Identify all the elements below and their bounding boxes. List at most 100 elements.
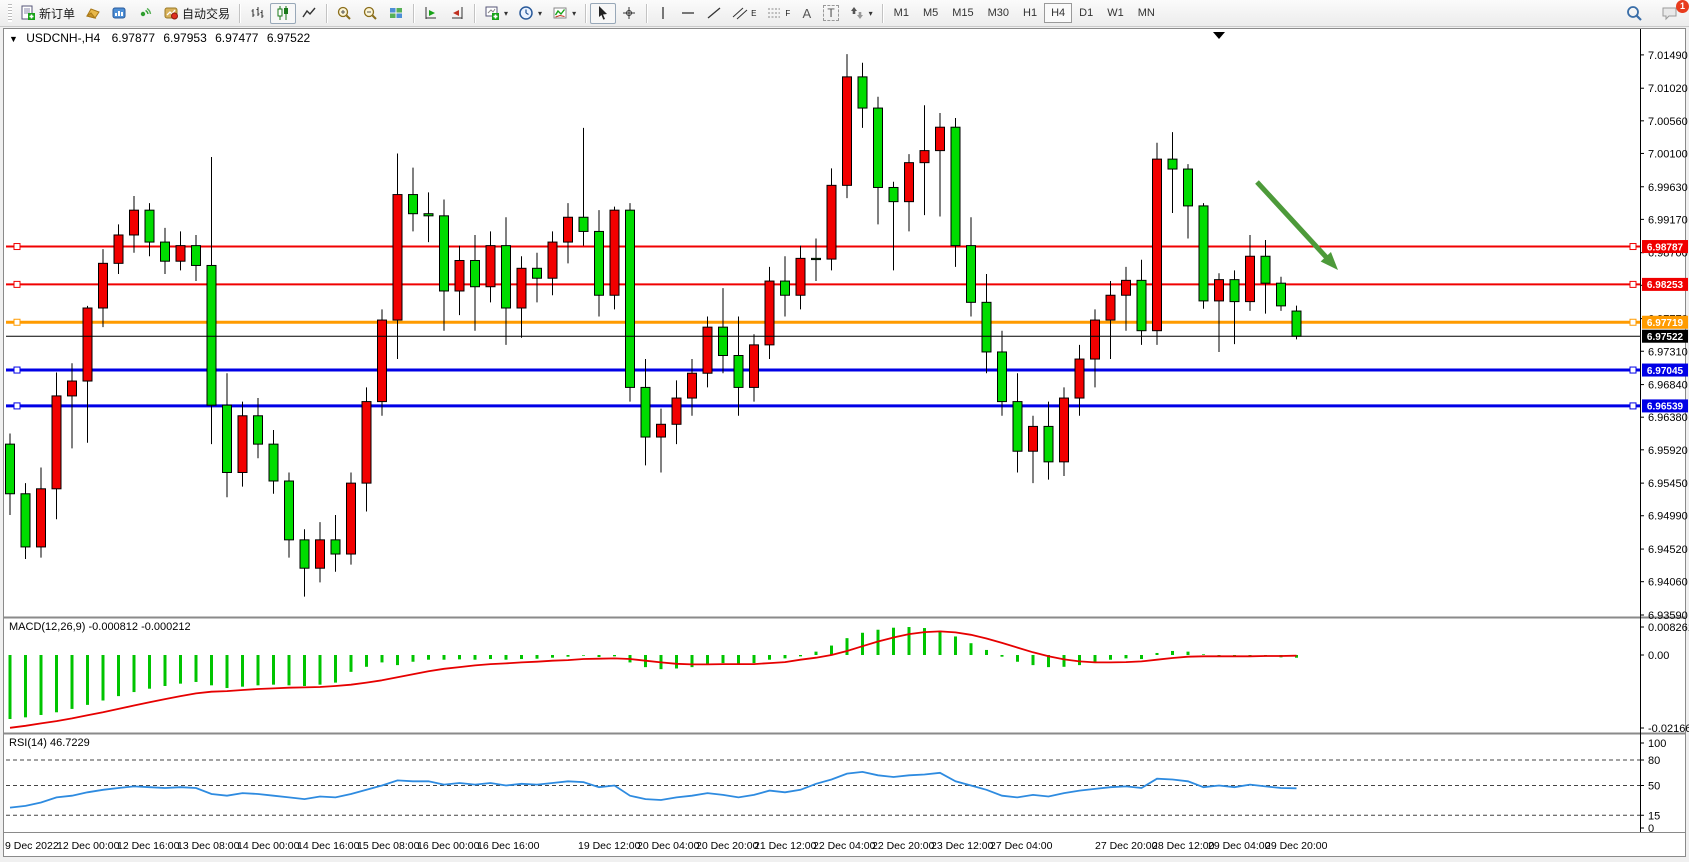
candle-body[interactable] — [52, 396, 61, 489]
candle-body[interactable] — [858, 77, 867, 108]
candle-body[interactable] — [920, 151, 929, 163]
candle-body[interactable] — [455, 260, 464, 290]
candle-body[interactable] — [595, 231, 604, 295]
candle-body[interactable] — [796, 258, 805, 295]
fibonacci-tool-button[interactable]: F — [761, 3, 795, 24]
candle-body[interactable] — [641, 387, 650, 437]
tf-w1[interactable]: W1 — [1100, 3, 1131, 23]
vertical-line-tool-button[interactable] — [651, 3, 675, 24]
candle-body[interactable] — [548, 242, 557, 278]
candle-body[interactable] — [1122, 280, 1131, 295]
candle-body[interactable] — [114, 235, 123, 263]
tf-m30[interactable]: M30 — [981, 3, 1016, 23]
search-button[interactable] — [1620, 3, 1648, 24]
candle-body[interactable] — [393, 195, 402, 320]
line-anchor-marker[interactable] — [14, 319, 20, 325]
candle-body[interactable] — [37, 489, 46, 547]
candle-body[interactable] — [905, 163, 914, 202]
line-anchor-marker[interactable] — [1630, 319, 1636, 325]
tf-h4[interactable]: H4 — [1044, 3, 1072, 23]
new-chart-button[interactable]: ▾ — [479, 3, 513, 24]
tf-mn[interactable]: MN — [1131, 3, 1162, 23]
candle-body[interactable] — [1029, 426, 1038, 451]
charts-window-button[interactable] — [106, 3, 132, 24]
candle-body[interactable] — [564, 217, 573, 242]
candle-body[interactable] — [130, 210, 139, 235]
autoscroll-button[interactable] — [418, 3, 444, 24]
candle-body[interactable] — [254, 416, 263, 444]
candle-body[interactable] — [1137, 280, 1146, 330]
candle-body[interactable] — [409, 195, 418, 214]
candle-body[interactable] — [285, 481, 294, 540]
candle-body[interactable] — [440, 216, 449, 291]
candle-body[interactable] — [300, 540, 309, 568]
text-label-tool-button[interactable]: T — [818, 3, 843, 24]
candle-body[interactable] — [517, 268, 526, 308]
candle-body[interactable] — [1230, 280, 1239, 302]
tile-windows-button[interactable] — [383, 3, 409, 24]
toolbar-grip[interactable] — [8, 4, 12, 22]
candle-body[interactable] — [424, 214, 433, 216]
new-order-button[interactable]: 新订单 — [15, 3, 80, 24]
candle-body[interactable] — [1075, 359, 1084, 398]
candle-body[interactable] — [83, 308, 92, 381]
candle-body[interactable] — [1153, 159, 1162, 331]
candle-body[interactable] — [657, 424, 666, 437]
candle-body[interactable] — [207, 265, 216, 405]
candle-body[interactable] — [951, 127, 960, 245]
signals-button[interactable] — [132, 3, 158, 24]
candle-body[interactable] — [703, 327, 712, 373]
candle-body[interactable] — [347, 483, 356, 554]
candle-body[interactable] — [998, 352, 1007, 402]
candle-body[interactable] — [145, 210, 154, 242]
line-chart-button[interactable] — [296, 3, 322, 24]
horizontal-line-tool-button[interactable] — [675, 3, 701, 24]
chart-canvas[interactable]: 7.014907.010207.005607.001006.996306.991… — [0, 0, 1689, 862]
line-anchor-marker[interactable] — [1630, 367, 1636, 373]
zoom-out-button[interactable] — [357, 3, 383, 24]
candle-body[interactable] — [533, 268, 542, 278]
tf-d1[interactable]: D1 — [1072, 3, 1100, 23]
candle-body[interactable] — [1106, 295, 1115, 320]
candle-body[interactable] — [688, 373, 697, 398]
candle-body[interactable] — [781, 281, 790, 295]
line-anchor-marker[interactable] — [1630, 244, 1636, 250]
profile-button[interactable] — [80, 3, 106, 24]
candle-body[interactable] — [874, 108, 883, 187]
tf-h1[interactable]: H1 — [1016, 3, 1044, 23]
candle-body[interactable] — [1199, 206, 1208, 301]
candle-body[interactable] — [1246, 256, 1255, 301]
candle-body[interactable] — [68, 381, 77, 396]
candle-body[interactable] — [362, 402, 371, 484]
candle-body[interactable] — [486, 246, 495, 287]
candle-body[interactable] — [1215, 280, 1224, 301]
candle-body[interactable] — [1261, 256, 1270, 283]
channel-tool-button[interactable]: E — [727, 3, 761, 24]
candle-body[interactable] — [672, 398, 681, 424]
candle-body[interactable] — [378, 320, 387, 402]
candle-body[interactable] — [1168, 159, 1177, 169]
tf-m15[interactable]: M15 — [945, 3, 980, 23]
candle-body[interactable] — [626, 210, 635, 387]
crosshair-button[interactable] — [616, 3, 642, 24]
chart-collapse-icon[interactable]: ▼ — [9, 34, 18, 44]
candle-body[interactable] — [1060, 398, 1069, 462]
cursor-button[interactable] — [590, 3, 616, 24]
candle-body[interactable] — [579, 217, 588, 231]
candle-body[interactable] — [889, 187, 898, 201]
candle-body[interactable] — [827, 185, 836, 259]
zoom-in-button[interactable] — [331, 3, 357, 24]
candle-body[interactable] — [471, 260, 480, 286]
candle-body[interactable] — [982, 302, 991, 352]
candle-body[interactable] — [734, 356, 743, 388]
candle-body[interactable] — [765, 281, 774, 345]
line-anchor-marker[interactable] — [14, 367, 20, 373]
candle-body[interactable] — [1044, 426, 1053, 461]
notifications-button[interactable]: 1 — [1656, 3, 1684, 24]
indicators-button[interactable]: ▾ — [547, 3, 581, 24]
chart-shift-button[interactable] — [444, 3, 470, 24]
candle-body[interactable] — [223, 405, 232, 472]
tf-m5[interactable]: M5 — [916, 3, 945, 23]
candle-body[interactable] — [269, 444, 278, 481]
arrows-tool-button[interactable]: ▾ — [844, 3, 878, 24]
